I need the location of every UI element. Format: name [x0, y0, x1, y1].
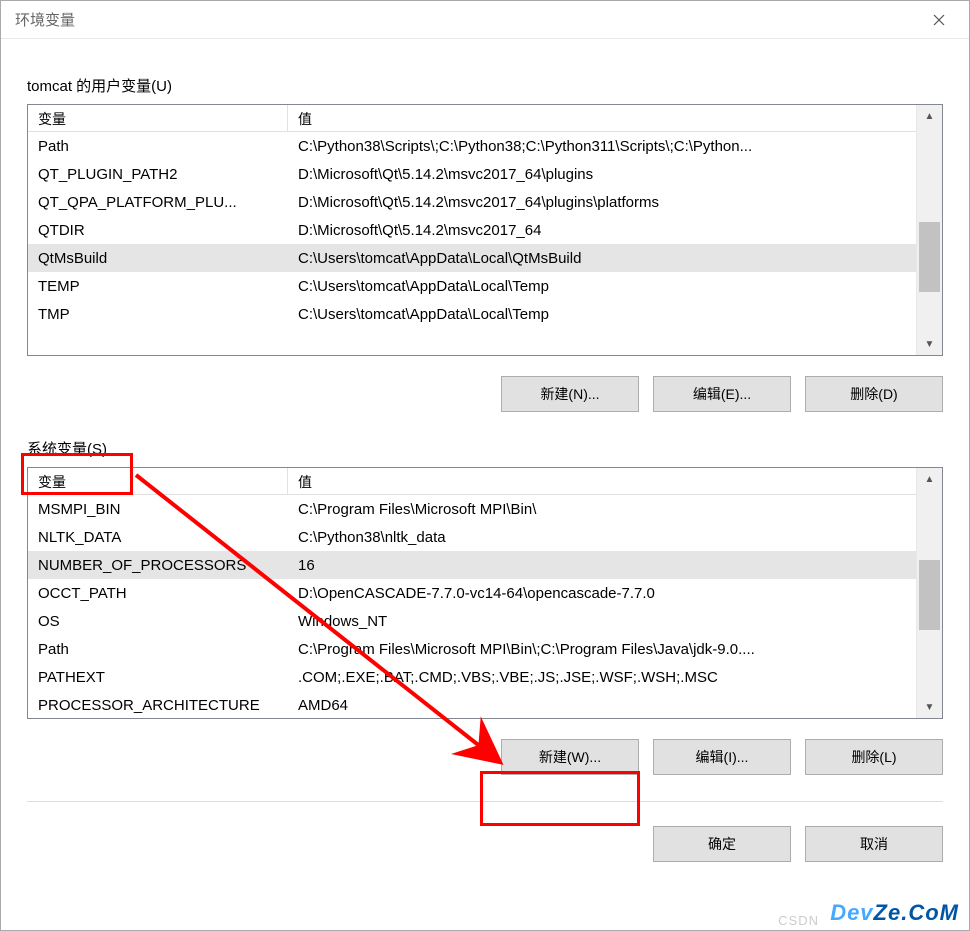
user-vars-list[interactable]: 变量 值 PathC:\Python38\Scripts\;C:\Python3… — [27, 104, 943, 356]
cell-var-name: NLTK_DATA — [28, 526, 288, 549]
cell-var-value: C:\Users\tomcat\AppData\Local\Temp — [288, 303, 916, 326]
user-delete-button[interactable]: 删除(D) — [805, 376, 943, 412]
table-row[interactable]: PROCESSOR_ARCHITECTUREAMD64 — [28, 691, 916, 718]
cell-var-name: QTDIR — [28, 219, 288, 242]
cell-var-name: QT_QPA_PLATFORM_PLU... — [28, 191, 288, 214]
table-row[interactable]: PathC:\Python38\Scripts\;C:\Python38;C:\… — [28, 132, 916, 160]
scroll-track[interactable] — [917, 127, 942, 333]
cell-var-name: NUMBER_OF_PROCESSORS — [28, 554, 288, 577]
cell-var-value: D:\OpenCASCADE-7.7.0-vc14-64\opencascade… — [288, 582, 916, 605]
system-vars-list[interactable]: 变量 值 MSMPI_BINC:\Program Files\Microsoft… — [27, 467, 943, 719]
cell-var-value: D:\Microsoft\Qt\5.14.2\msvc2017_64\plugi… — [288, 191, 916, 214]
system-delete-button[interactable]: 删除(L) — [805, 739, 943, 775]
dialog-buttons: 确定 取消 — [27, 826, 943, 862]
table-row[interactable]: OSWindows_NT — [28, 607, 916, 635]
cell-var-name: OCCT_PATH — [28, 582, 288, 605]
close-button[interactable] — [919, 5, 959, 35]
header-name[interactable]: 变量 — [28, 468, 288, 494]
cell-var-name: Path — [28, 135, 288, 158]
table-row[interactable]: QtMsBuildC:\Users\tomcat\AppData\Local\Q… — [28, 244, 916, 272]
scroll-up-icon[interactable]: ▲ — [917, 105, 942, 127]
table-row[interactable]: NUMBER_OF_PROCESSORS16 — [28, 551, 916, 579]
scroll-down-icon[interactable]: ▼ — [917, 333, 942, 355]
table-row[interactable]: PATHEXT.COM;.EXE;.BAT;.CMD;.VBS;.VBE;.JS… — [28, 663, 916, 691]
cell-var-name: PATHEXT — [28, 666, 288, 689]
table-row[interactable]: PathC:\Program Files\Microsoft MPI\Bin\;… — [28, 635, 916, 663]
env-vars-dialog: 环境变量 tomcat 的用户变量(U) 变量 值 PathC:\Python3… — [0, 0, 970, 931]
cell-var-name: QT_PLUGIN_PATH2 — [28, 163, 288, 186]
scroll-thumb[interactable] — [919, 560, 940, 630]
cell-var-name: QtMsBuild — [28, 247, 288, 270]
cell-var-value: AMD64 — [288, 694, 916, 717]
divider — [27, 801, 943, 802]
table-row[interactable]: QTDIRD:\Microsoft\Qt\5.14.2\msvc2017_64 — [28, 216, 916, 244]
header-name[interactable]: 变量 — [28, 105, 288, 131]
user-vars-header: 变量 值 — [28, 105, 916, 132]
user-new-button[interactable]: 新建(N)... — [501, 376, 639, 412]
system-vars-label: 系统变量(S) — [27, 438, 107, 459]
close-icon — [933, 14, 945, 26]
table-row[interactable]: NLTK_DATAC:\Python38\nltk_data — [28, 523, 916, 551]
system-vars-scrollbar[interactable]: ▲ ▼ — [916, 468, 942, 718]
table-row[interactable]: QT_QPA_PLATFORM_PLU...D:\Microsoft\Qt\5.… — [28, 188, 916, 216]
ok-button[interactable]: 确定 — [653, 826, 791, 862]
header-value[interactable]: 值 — [288, 468, 916, 494]
window-title: 环境变量 — [15, 9, 919, 30]
cell-var-value: C:\Python38\Scripts\;C:\Python38;C:\Pyth… — [288, 135, 916, 158]
header-value[interactable]: 值 — [288, 105, 916, 131]
cell-var-name: TMP — [28, 303, 288, 326]
cell-var-name: OS — [28, 610, 288, 633]
table-row[interactable]: QT_PLUGIN_PATH2D:\Microsoft\Qt\5.14.2\ms… — [28, 160, 916, 188]
cell-var-value: Windows_NT — [288, 610, 916, 633]
scroll-up-icon[interactable]: ▲ — [917, 468, 942, 490]
table-row[interactable]: OCCT_PATHD:\OpenCASCADE-7.7.0-vc14-64\op… — [28, 579, 916, 607]
cell-var-value: C:\Program Files\Microsoft MPI\Bin\;C:\P… — [288, 638, 916, 661]
system-vars-buttons: 新建(W)... 编辑(I)... 删除(L) — [27, 739, 943, 775]
cell-var-value: 16 — [288, 554, 916, 577]
table-row[interactable]: TMPC:\Users\tomcat\AppData\Local\Temp — [28, 300, 916, 328]
user-vars-buttons: 新建(N)... 编辑(E)... 删除(D) — [27, 376, 943, 412]
cell-var-name: PROCESSOR_ARCHITECTURE — [28, 694, 288, 717]
scroll-track[interactable] — [917, 490, 942, 696]
cell-var-name: TEMP — [28, 275, 288, 298]
user-edit-button[interactable]: 编辑(E)... — [653, 376, 791, 412]
scroll-thumb[interactable] — [919, 222, 940, 292]
titlebar: 环境变量 — [1, 1, 969, 39]
watermark-csdn: CSDN — [778, 913, 819, 928]
user-vars-label: tomcat 的用户变量(U) — [27, 75, 172, 96]
system-edit-button[interactable]: 编辑(I)... — [653, 739, 791, 775]
cell-var-name: MSMPI_BIN — [28, 498, 288, 521]
cell-var-value: C:\Python38\nltk_data — [288, 526, 916, 549]
scroll-down-icon[interactable]: ▼ — [917, 696, 942, 718]
cancel-button[interactable]: 取消 — [805, 826, 943, 862]
cell-var-value: C:\Users\tomcat\AppData\Local\Temp — [288, 275, 916, 298]
cell-var-value: C:\Program Files\Microsoft MPI\Bin\ — [288, 498, 916, 521]
cell-var-name: Path — [28, 638, 288, 661]
table-row[interactable]: TEMPC:\Users\tomcat\AppData\Local\Temp — [28, 272, 916, 300]
cell-var-value: .COM;.EXE;.BAT;.CMD;.VBS;.VBE;.JS;.JSE;.… — [288, 666, 916, 689]
cell-var-value: D:\Microsoft\Qt\5.14.2\msvc2017_64 — [288, 219, 916, 242]
cell-var-value: C:\Users\tomcat\AppData\Local\QtMsBuild — [288, 247, 916, 270]
user-vars-scrollbar[interactable]: ▲ ▼ — [916, 105, 942, 355]
system-new-button[interactable]: 新建(W)... — [501, 739, 639, 775]
cell-var-value: D:\Microsoft\Qt\5.14.2\msvc2017_64\plugi… — [288, 163, 916, 186]
system-vars-header: 变量 值 — [28, 468, 916, 495]
watermark-brand: DevZe.CoM — [830, 900, 959, 926]
table-row[interactable]: MSMPI_BINC:\Program Files\Microsoft MPI\… — [28, 495, 916, 523]
